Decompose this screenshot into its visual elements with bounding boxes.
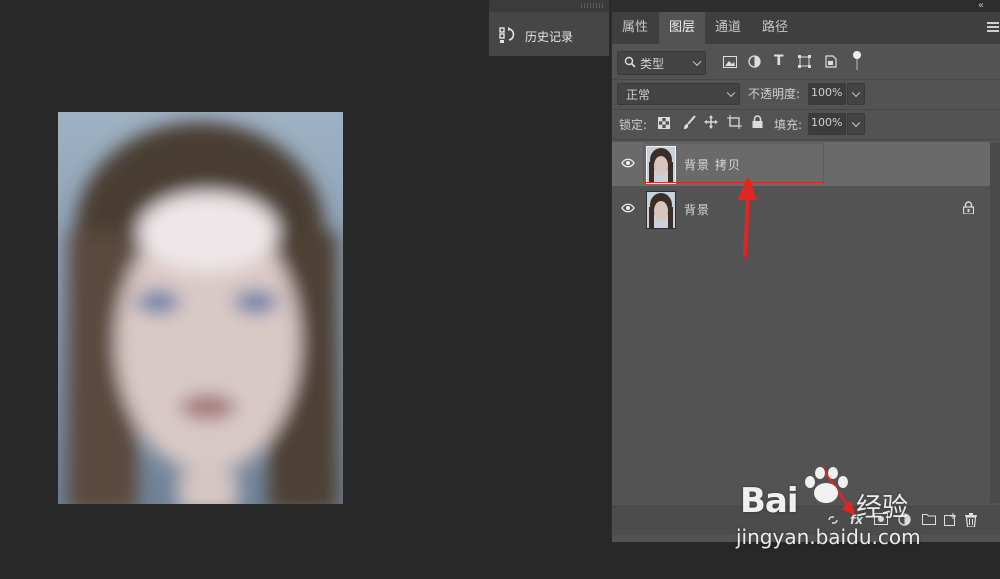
annotation-arrows bbox=[737, 176, 855, 515]
arrow-up-to-layer bbox=[737, 176, 757, 258]
arrow-to-bottom-toolbar bbox=[819, 465, 855, 515]
